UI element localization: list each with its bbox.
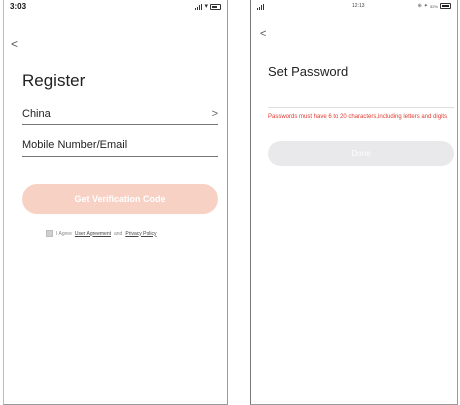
battery-icon	[440, 3, 451, 9]
back-arrow-icon[interactable]: <	[11, 38, 18, 50]
alarm-icon: ✦	[423, 3, 428, 9]
back-arrow-icon[interactable]: <	[260, 28, 266, 40]
password-input[interactable]	[268, 94, 454, 108]
status-time: 12:13	[352, 3, 365, 9]
account-field-wrapper	[22, 134, 218, 157]
page-title: Register	[22, 71, 86, 90]
wifi-icon: ▾	[204, 3, 208, 10]
user-agreement-link[interactable]: User Agreement	[75, 231, 111, 237]
agree-prefix: I Agree	[56, 230, 72, 237]
signal-icon	[257, 4, 264, 10]
set-password-screen: 12:13 ⊕ ✦ 52% < Set Password Passwords m…	[250, 0, 458, 405]
checkbox-icon[interactable]	[46, 230, 53, 237]
page-title: Set Password	[268, 64, 349, 79]
register-screen: 3:03 ▾ < Register China > Get Verificati…	[3, 0, 228, 405]
mobile-email-input[interactable]	[22, 139, 218, 151]
status-icons: ▾	[195, 3, 221, 10]
status-icons: ⊕ ✦ 52%	[418, 3, 451, 9]
status-bar: 12:13 ⊕ ✦ 52%	[251, 0, 457, 16]
agree-and: and	[114, 230, 123, 237]
country-selector[interactable]: China >	[22, 104, 218, 125]
get-verification-code-button[interactable]: Get Verification Code	[22, 184, 218, 214]
chevron-right-icon: >	[211, 108, 218, 120]
agreement-row: I Agree User Agreement and Privacy Polic…	[46, 230, 156, 237]
status-time: 3:03	[10, 2, 27, 11]
country-value: China	[22, 108, 51, 120]
signal-icon	[195, 3, 203, 10]
done-button[interactable]: Done	[268, 141, 454, 166]
status-bar: 3:03 ▾	[4, 0, 227, 16]
location-icon: ⊕	[417, 3, 422, 9]
battery-icon	[210, 3, 221, 10]
battery-percent: 52%	[429, 3, 438, 9]
password-hint: Passwords must have 6 to 20 characters,i…	[268, 114, 448, 120]
privacy-policy-link[interactable]: Privacy Policy	[125, 231, 156, 237]
